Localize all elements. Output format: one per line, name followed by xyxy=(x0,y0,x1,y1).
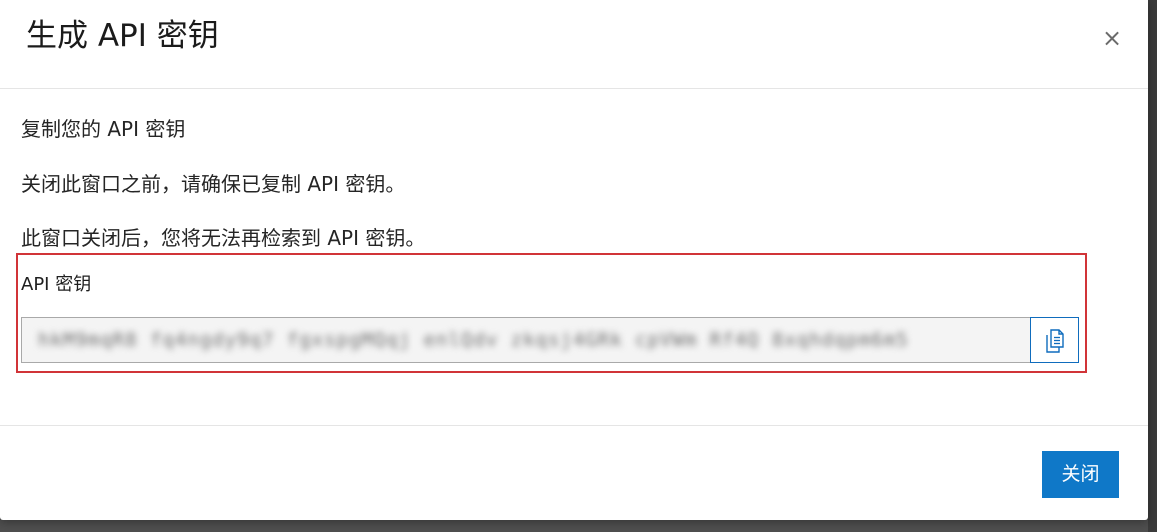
api-key-label: API 密钥 xyxy=(21,274,92,295)
copy-icon xyxy=(1046,329,1064,353)
copy-key-heading: 复制您的 API 密钥 xyxy=(21,117,186,141)
dialog-footer: 关闭 xyxy=(0,425,1148,521)
dialog-header: 生成 API 密钥 × xyxy=(0,0,1148,89)
copy-key-button[interactable] xyxy=(1030,317,1079,363)
backdrop-page-edge xyxy=(1148,0,1157,532)
dialog-title: 生成 API 密钥 xyxy=(26,18,219,54)
copy-reminder-text: 关闭此窗口之前，请确保已复制 API 密钥。 xyxy=(21,172,406,196)
generate-api-key-dialog: 生成 API 密钥 × 复制您的 API 密钥 关闭此窗口之前，请确保已复制 A… xyxy=(0,0,1148,520)
close-icon[interactable]: × xyxy=(1098,24,1126,52)
no-retrieval-warning-text: 此窗口关闭后，您将无法再检索到 API 密钥。 xyxy=(21,226,426,250)
api-key-field[interactable]: hkM9mqR8 fq4ngdy9q7 fgxspgMQqj enlQdv zk… xyxy=(21,317,1030,363)
api-key-value[interactable]: hkM9mqR8 fq4ngdy9q7 fgxspgMQqj enlQdv zk… xyxy=(38,326,909,354)
dialog-body: 复制您的 API 密钥 关闭此窗口之前，请确保已复制 API 密钥。 此窗口关闭… xyxy=(0,89,1148,425)
close-button[interactable]: 关闭 xyxy=(1042,451,1119,498)
